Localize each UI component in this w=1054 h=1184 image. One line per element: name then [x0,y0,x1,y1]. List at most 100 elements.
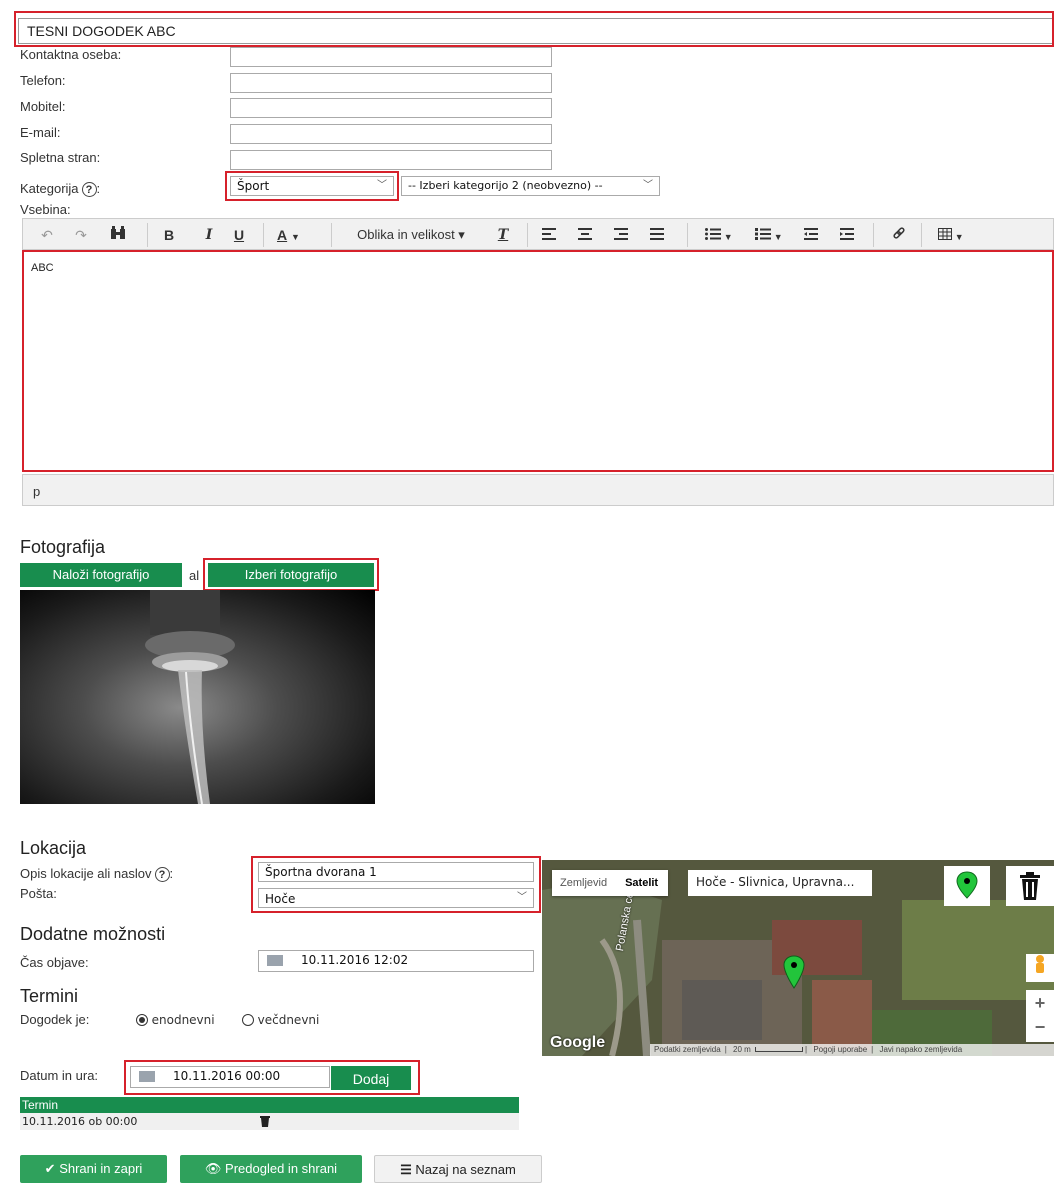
link-icon[interactable] [887,225,911,245]
location-desc-label: Opis lokacije ali naslov?: [20,866,174,882]
publish-time-label: Čas objave: [20,955,89,970]
table-icon[interactable]: ▼ [931,225,971,245]
terms-heading: Termini [20,986,79,1006]
category-select[interactable]: Šport ﹀ [230,176,394,196]
redo-icon[interactable]: ↷ [71,225,91,245]
map-footer: Podatki zemljevida | 20 m | Pogoji uporab… [650,1044,1054,1056]
map-marker-button[interactable] [944,866,990,906]
mobile-input[interactable] [230,98,552,118]
preview-save-button[interactable]: 👁 Predogled in shrani [180,1155,362,1183]
email-label: E-mail: [20,125,61,140]
event-type-label: Dogodek je: [20,1012,90,1027]
terms-link[interactable]: Pogoji uporabe [809,1045,871,1054]
post-label: Pošta: [20,886,57,901]
toolbar-separator [147,223,148,247]
map-pin-icon[interactable] [782,954,806,993]
help-icon[interactable]: ? [154,867,170,882]
photo-heading: Fotografija [20,537,106,557]
toolbar-separator [687,223,688,247]
post-select[interactable]: Hoče ﹀ [258,888,534,908]
underline-button[interactable]: U [229,225,249,245]
map-type-map[interactable]: Zemljevid [552,870,615,896]
radio-multi[interactable]: večdnevni [242,1012,319,1027]
choose-photo-button[interactable]: Izberi fotografijo [208,563,374,587]
location-map[interactable]: Polanska cesta Zemljevid Satelit Hoče - … [542,860,1054,1056]
pegman-icon[interactable] [1026,954,1054,982]
photo-thumbnail [20,590,375,804]
zoom-out-button[interactable]: − [1026,1016,1054,1042]
date-time-input[interactable]: 10.11.2016 00:00 [130,1066,330,1088]
upload-photo-button[interactable]: Naloži fotografijo [20,563,182,587]
format-size-dropdown[interactable]: Oblika in velikost ▾ [341,225,481,245]
toolbar-separator [527,223,528,247]
italic-button[interactable]: I [199,225,219,245]
website-input[interactable] [230,150,552,170]
radio-single-dot[interactable] [136,1014,148,1026]
numbered-list-icon[interactable]: ▼ [749,225,789,245]
event-title-input[interactable]: TESNI DOGODEK ABC [18,18,1054,44]
editor-statusbar: p [22,474,1054,506]
bold-button[interactable]: B [159,225,179,245]
phone-input[interactable] [230,73,552,93]
font-color-button[interactable]: A ▼ [277,225,323,245]
extra-heading: Dodatne možnosti [20,924,166,944]
align-justify-icon[interactable] [645,225,669,245]
calendar-icon[interactable] [267,955,283,966]
report-error-link[interactable]: Javi napako zemljevida [875,1045,966,1054]
location-heading: Lokacija [20,838,87,858]
contact-person-input[interactable] [230,47,552,67]
check-icon: ✔ [44,1161,56,1176]
list-icon: ☰ [400,1162,412,1177]
chevron-down-icon: ﹀ [517,892,527,903]
radio-single[interactable]: enodnevni [136,1012,215,1027]
calendar-icon[interactable] [139,1071,155,1082]
map-data-link[interactable]: Podatki zemljevida [650,1045,725,1054]
align-right-icon[interactable] [609,225,633,245]
term-value: 10.11.2016 ob 00:00 [22,1115,138,1128]
date-time-label: Datum in ura: [20,1068,99,1083]
toolbar-separator [873,223,874,247]
map-scale: 20 m [733,1045,751,1054]
find-icon[interactable] [107,225,129,245]
chevron-down-icon: ﹀ [643,180,653,191]
publish-time-input[interactable]: 10.11.2016 12:02 [258,950,534,972]
save-close-button[interactable]: ✔ Shrani in zapri [20,1155,167,1183]
undo-icon[interactable]: ↶ [37,225,57,245]
terms-table-header: Termin [20,1097,519,1113]
add-term-button[interactable]: Dodaj [330,1065,412,1091]
trash-icon[interactable] [260,1115,270,1132]
align-center-icon[interactable] [573,225,597,245]
google-logo: Google [550,1034,606,1051]
toolbar-separator [921,223,922,247]
radio-multi-dot[interactable] [242,1014,254,1026]
back-to-list-button[interactable]: ☰ Nazaj na seznam [374,1155,542,1183]
map-search-input[interactable]: Hoče - Slivnica, Upravna... [688,870,872,896]
zoom-in-button[interactable]: + [1026,990,1054,1016]
table-row: 10.11.2016 ob 00:00 [20,1113,519,1130]
trash-icon[interactable] [1006,866,1054,906]
location-desc-input[interactable]: Športna dvorana 1 [258,862,534,882]
website-label: Spletna stran: [20,150,101,165]
category-label: Kategorija?: [20,181,101,197]
toolbar-separator [263,223,264,247]
outdent-icon[interactable] [799,225,823,245]
help-icon[interactable]: ? [81,182,97,197]
editor-body[interactable]: ABC [22,250,1054,472]
email-input[interactable] [230,124,552,144]
clear-format-icon[interactable]: T [493,225,513,245]
align-left-icon[interactable] [537,225,561,245]
bullet-list-icon[interactable]: ▼ [699,225,739,245]
element-path: p [33,484,41,499]
event-title-text: TESNI DOGODEK ABC [27,23,176,39]
map-type-satellite[interactable]: Satelit [615,870,668,896]
editor-toolbar: ↶ ↷ B I U A ▼ Oblika in velikost ▾ T ▼ ▼ [22,218,1054,250]
category2-select[interactable]: -- Izberi kategorijo 2 (neobvezno) -- ﹀ [401,176,660,196]
editor-text: ABC [31,262,54,274]
toolbar-separator [331,223,332,247]
contact-person-label: Kontaktna oseba: [20,47,122,62]
map-type-control: Zemljevid Satelit [552,870,669,896]
indent-icon[interactable] [835,225,859,245]
zoom-control: + − [1026,990,1054,1042]
phone-label: Telefon: [20,73,66,88]
or-text: al [189,568,200,583]
